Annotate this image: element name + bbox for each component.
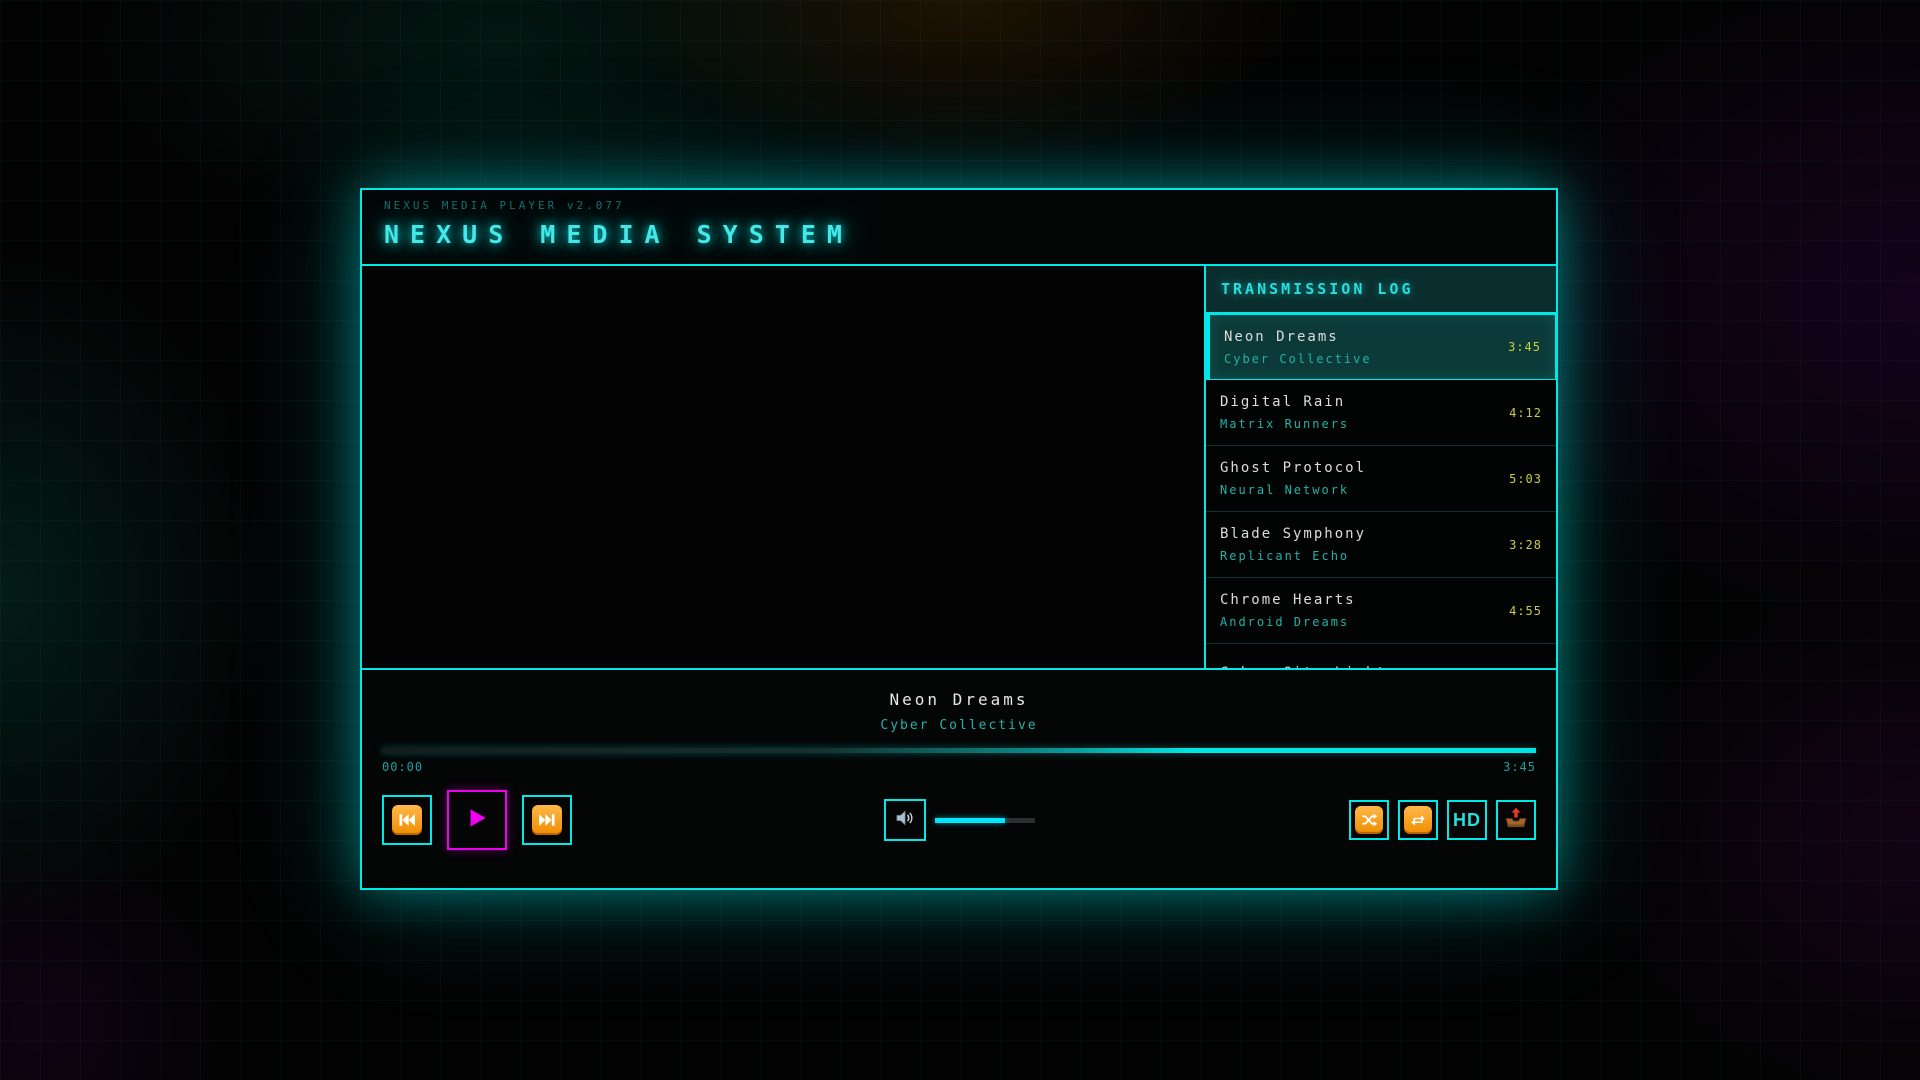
playlist-item-cyber-city-lights[interactable]: Cyber City Lights bbox=[1206, 644, 1556, 668]
volume-slider[interactable] bbox=[935, 818, 1035, 823]
main-area: TRANSMISSION LOG Neon Dreams Cyber Colle… bbox=[362, 266, 1556, 668]
repeat-icon bbox=[1404, 806, 1432, 834]
playlist-item-ghost-protocol[interactable]: Ghost Protocol Neural Network 5:03 bbox=[1206, 446, 1556, 512]
playlist-item-text: Digital Rain Matrix Runners bbox=[1220, 394, 1349, 431]
skip-next-icon bbox=[532, 805, 562, 835]
playlist-item-artist: Android Dreams bbox=[1220, 615, 1356, 629]
titlebar-text: NEXUS MEDIA PLAYER v2.077 bbox=[384, 199, 1534, 212]
now-playing-artist: Cyber Collective bbox=[382, 718, 1536, 733]
play-button[interactable] bbox=[447, 790, 507, 850]
shuffle-icon bbox=[1355, 806, 1383, 834]
volume-button[interactable] bbox=[884, 799, 926, 841]
playlist-item-text: Neon Dreams Cyber Collective bbox=[1224, 329, 1372, 366]
playlist-item-text: Blade Symphony Replicant Echo bbox=[1220, 526, 1366, 563]
hd-quality-button[interactable]: HD bbox=[1447, 800, 1487, 840]
media-player-window: NEXUS MEDIA PLAYER v2.077 NEXUS MEDIA SY… bbox=[360, 188, 1558, 890]
progress-bar[interactable] bbox=[382, 748, 1536, 753]
playlist-item-duration: 3:28 bbox=[1509, 538, 1542, 552]
transport-controls: HD bbox=[382, 790, 1536, 850]
playlist-item-artist: Matrix Runners bbox=[1220, 417, 1349, 431]
shuffle-button[interactable] bbox=[1349, 800, 1389, 840]
playlist-item-artist: Replicant Echo bbox=[1220, 549, 1366, 563]
playlist-item-duration: 3:45 bbox=[1508, 340, 1541, 354]
player-controls-panel: Neon Dreams Cyber Collective 00:00 3:45 bbox=[362, 668, 1556, 888]
total-duration: 3:45 bbox=[1503, 760, 1536, 774]
playlist-item-artist: Cyber Collective bbox=[1224, 352, 1372, 366]
playlist-item-title: Chrome Hearts bbox=[1220, 592, 1356, 608]
volume-fill bbox=[935, 818, 1005, 823]
playlist-item-artist: Neural Network bbox=[1220, 483, 1366, 497]
eject-button[interactable] bbox=[1496, 800, 1536, 840]
playlist-item-title: Blade Symphony bbox=[1220, 526, 1366, 542]
now-playing-title: Neon Dreams bbox=[382, 690, 1536, 709]
playlist-panel: TRANSMISSION LOG Neon Dreams Cyber Colle… bbox=[1204, 266, 1556, 668]
playlist-item-text: Cyber City Lights bbox=[1220, 665, 1397, 668]
time-row: 00:00 3:45 bbox=[382, 760, 1536, 774]
hd-label: HD bbox=[1453, 810, 1481, 831]
speaker-icon bbox=[893, 806, 917, 834]
playlist-header: TRANSMISSION LOG bbox=[1206, 266, 1556, 314]
playlist-item-text: Chrome Hearts Android Dreams bbox=[1220, 592, 1356, 629]
playlist-item-digital-rain[interactable]: Digital Rain Matrix Runners 4:12 bbox=[1206, 380, 1556, 446]
previous-track-button[interactable] bbox=[382, 795, 432, 845]
volume-group bbox=[884, 799, 1035, 841]
transport-left-group bbox=[382, 790, 572, 850]
playlist-item-duration: 4:12 bbox=[1509, 406, 1542, 420]
elapsed-time: 00:00 bbox=[382, 760, 423, 774]
video-display bbox=[362, 266, 1204, 668]
playlist-item-title: Digital Rain bbox=[1220, 394, 1349, 410]
window-header: NEXUS MEDIA PLAYER v2.077 NEXUS MEDIA SY… bbox=[362, 190, 1556, 266]
playlist-item-neon-dreams[interactable]: Neon Dreams Cyber Collective 3:45 bbox=[1206, 314, 1556, 380]
skip-previous-icon bbox=[392, 805, 422, 835]
playlist-item-blade-symphony[interactable]: Blade Symphony Replicant Echo 3:28 bbox=[1206, 512, 1556, 578]
playlist-item-duration: 4:55 bbox=[1509, 604, 1542, 618]
playlist-item-duration: 5:03 bbox=[1509, 472, 1542, 486]
repeat-button[interactable] bbox=[1398, 800, 1438, 840]
playlist-item-title: Cyber City Lights bbox=[1220, 665, 1397, 668]
transport-right-group: HD bbox=[1349, 800, 1536, 840]
playlist-item-chrome-hearts[interactable]: Chrome Hearts Android Dreams 4:55 bbox=[1206, 578, 1556, 644]
playlist-item-title: Ghost Protocol bbox=[1220, 460, 1366, 476]
app-title: NEXUS MEDIA SYSTEM bbox=[384, 220, 1534, 249]
playlist-item-title: Neon Dreams bbox=[1224, 329, 1372, 345]
playlist-item-text: Ghost Protocol Neural Network bbox=[1220, 460, 1366, 497]
next-track-button[interactable] bbox=[522, 795, 572, 845]
play-icon bbox=[464, 805, 490, 835]
outbox-tray-icon bbox=[1503, 805, 1529, 835]
